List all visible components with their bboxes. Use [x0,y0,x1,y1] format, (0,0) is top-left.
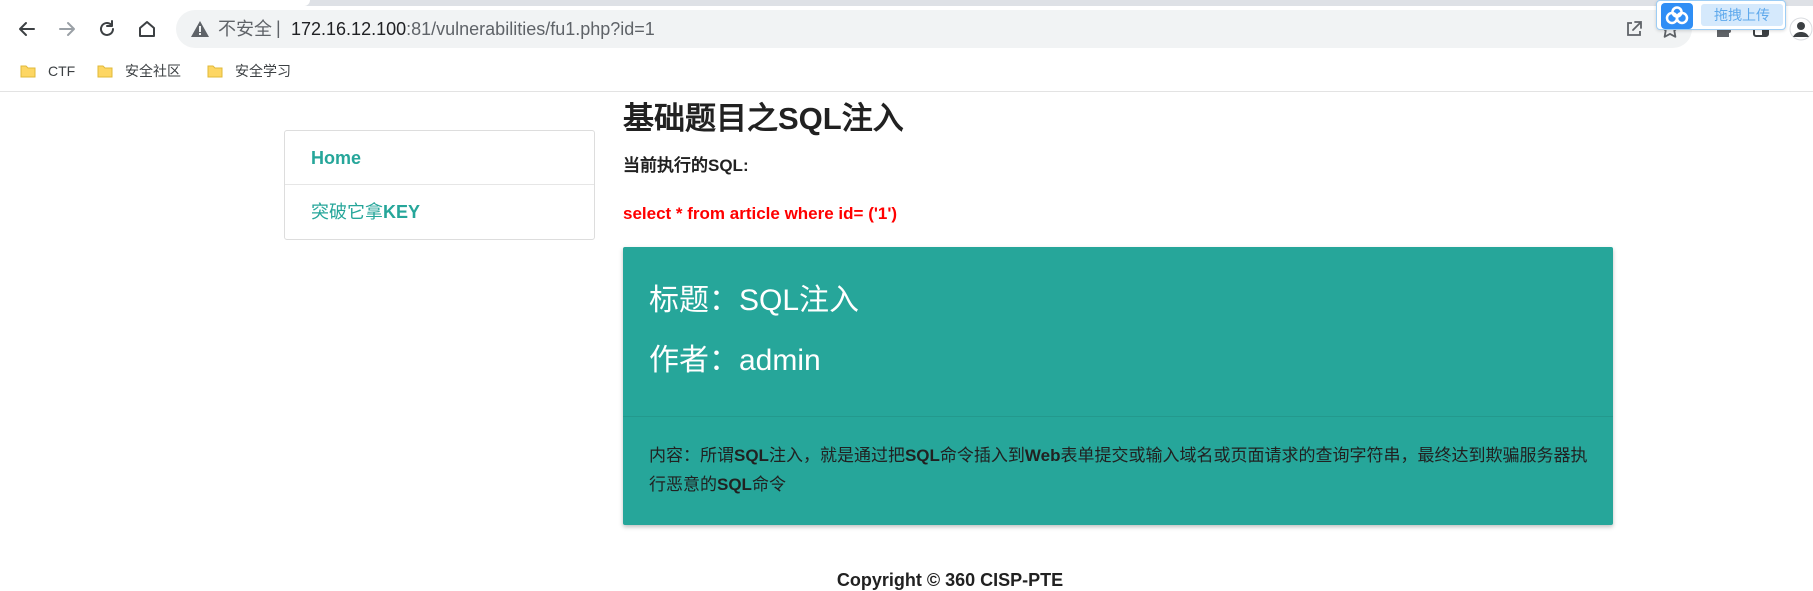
bookmark-label: 安全社区 [125,63,181,79]
url-separator: | [276,18,281,38]
article-content-segment: Web [1024,446,1061,465]
title-sql: SQL [778,101,842,136]
folder-icon [97,65,113,78]
back-button[interactable] [12,14,42,44]
article-card: 标题：SQL注入 作者：admin 内容：所谓SQL注入，就是通过把SQL命令插… [623,247,1613,525]
folder-icon [20,65,36,78]
address-bar[interactable]: 不安全 | 172.16.12.100:81/vulnerabilities/f… [176,10,1692,48]
home-button[interactable] [132,14,162,44]
sidebar-nav: Home 突破它拿KEY [284,130,595,240]
article-content: 内容：所谓SQL注入，就是通过把SQL命令插入到Web表单提交或输入域名或页面请… [649,441,1589,499]
baidu-cloud-icon [1661,3,1693,29]
active-tab-edge[interactable] [0,0,310,6]
article-card-header: 标题：SQL注入 作者：admin [623,247,1613,417]
tab-strip [0,0,1813,6]
arrow-right-icon [59,22,75,36]
bookmark-security-community[interactable]: 安全社区 [97,60,181,82]
reload-icon [100,20,114,36]
footer-copyright: Copyright © 360 CISP-PTE [836,570,1064,590]
page-content: Home 突破它拿KEY 基础题目之SQL注入 当前执行的SQL: select… [0,92,1813,591]
bookmark-label: 安全学习 [235,63,291,79]
article-content-segment: SQL [717,475,752,494]
baidu-upload-widget[interactable]: 拖拽上传 [1656,0,1786,30]
url-text[interactable]: 172.16.12.100:81/vulnerabilities/fu1.php… [291,19,655,39]
folder-icon [207,65,223,78]
sidebar-item-label: 突破它拿 [311,202,383,222]
warning-icon[interactable] [190,19,210,39]
article-content-segment: 注入，就是通过把 [768,446,905,465]
executed-sql: select * from article where id= ('1') [623,204,898,223]
article-content-segment: 内容：所谓 [649,446,734,465]
sidebar-item-break-key[interactable]: 突破它拿KEY [285,185,594,239]
profile-avatar-icon [1789,17,1813,41]
article-content-segment: SQL [904,446,940,465]
share-icon[interactable] [1624,19,1644,39]
title-suffix: 注入 [841,101,904,136]
title-prefix: 基础题目之 [623,101,778,136]
sidebar-item-label-key: KEY [383,202,421,222]
article-content-segment: 命令 [751,475,786,494]
browser-chrome: 不安全 | 172.16.12.100:81/vulnerabilities/f… [0,0,1813,92]
forward-button[interactable] [52,14,82,44]
home-icon [139,21,155,37]
article-author: 作者：admin [649,344,821,377]
sql-label: 当前执行的SQL: [623,156,749,175]
article-title: 标题：SQL注入 [649,284,860,317]
sidebar-item-home[interactable]: Home [285,131,594,185]
baidu-upload-label[interactable]: 拖拽上传 [1701,4,1783,26]
profile-button[interactable] [1786,14,1813,44]
url-host: 172.16.12.100 [291,19,407,39]
reload-button[interactable] [92,14,122,44]
bookmark-ctf[interactable]: CTF [20,60,75,82]
article-content-segment: SQL [734,446,769,465]
bookmark-label: CTF [48,63,76,79]
article-content-segment: 命令插入到 [939,446,1025,465]
bookmark-security-learning[interactable]: 安全学习 [207,60,291,82]
arrow-left-icon [19,22,35,36]
page-title: 基础题目之SQL注入 [623,100,904,138]
security-warning-text[interactable]: 不安全 [218,19,272,39]
url-path: :81/vulnerabilities/fu1.php?id=1 [406,19,655,39]
